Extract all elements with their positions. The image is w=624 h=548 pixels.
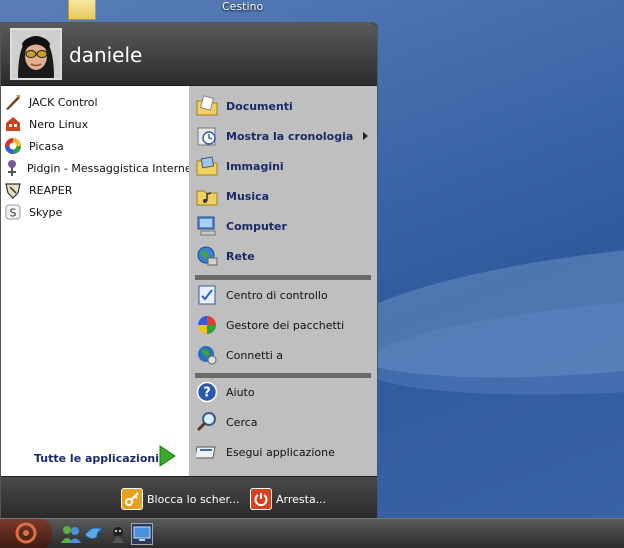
- start-menu: daniele JACK Control Nero Linux Picasa P…: [0, 22, 378, 518]
- music-folder-icon: [195, 184, 219, 208]
- recent-apps-pane: JACK Control Nero Linux Picasa Pidgin - …: [1, 86, 196, 476]
- places-item-history[interactable]: Mostra la cronologia: [195, 122, 371, 150]
- recent-app-item[interactable]: REAPER: [1, 179, 189, 201]
- nero-icon: [3, 114, 23, 134]
- control-center-icon: [195, 283, 219, 307]
- avatar[interactable]: [10, 28, 62, 80]
- skype-icon: S: [3, 202, 23, 222]
- all-applications-button[interactable]: Tutte le applicazioni: [34, 445, 176, 467]
- show-desktop-icon[interactable]: [131, 523, 153, 545]
- menu-footer: Blocca lo scher... Arresta...: [1, 477, 377, 518]
- places-pane: Documenti Mostra la cronologia Immagini …: [189, 86, 377, 476]
- pidgin-icon: [3, 158, 21, 178]
- network-icon: [195, 244, 219, 268]
- system-item-control-center[interactable]: Centro di controllo: [195, 281, 371, 309]
- help-item-run[interactable]: Esegui applicazione: [195, 438, 371, 466]
- lock-key-icon: [121, 488, 143, 510]
- places-item-pictures[interactable]: Immagini: [195, 152, 371, 180]
- recent-app-item[interactable]: S Skype: [1, 201, 189, 223]
- places-item-computer[interactable]: Computer: [195, 212, 371, 240]
- system-monitor-icon[interactable]: [107, 523, 129, 545]
- messenger-bird-icon[interactable]: [83, 523, 105, 545]
- shutdown-button[interactable]: Arresta...: [250, 487, 326, 511]
- svg-text:S: S: [10, 207, 17, 220]
- picasa-icon: [3, 136, 23, 156]
- reaper-icon: [3, 180, 23, 200]
- pictures-folder-icon: [195, 154, 219, 178]
- jack-control-icon: [3, 92, 23, 112]
- system-item-connect[interactable]: Connetti a: [195, 341, 371, 369]
- taskbar: [0, 518, 624, 548]
- computer-icon: [195, 214, 219, 238]
- desktop-folder-icon[interactable]: [68, 0, 96, 20]
- desktop-trash-label[interactable]: Cestino: [222, 0, 263, 13]
- recent-app-item[interactable]: JACK Control: [1, 91, 189, 113]
- connect-icon: [195, 343, 219, 367]
- run-application-icon: [195, 440, 219, 464]
- power-icon: [250, 488, 272, 510]
- start-logo-icon: [14, 521, 38, 548]
- help-item-help[interactable]: ? Aiuto: [195, 378, 371, 406]
- help-item-search[interactable]: Cerca: [195, 408, 371, 436]
- history-icon: [195, 124, 219, 148]
- menu-separator: [195, 275, 371, 280]
- start-menu-button[interactable]: [0, 519, 52, 548]
- places-item-network[interactable]: Rete: [195, 242, 371, 270]
- documents-folder-icon: [195, 94, 219, 118]
- recent-app-item[interactable]: Picasa: [1, 135, 189, 157]
- username: daniele: [69, 43, 143, 67]
- search-icon: [195, 410, 219, 434]
- svg-text:?: ?: [203, 386, 211, 401]
- play-arrow-icon: [158, 445, 176, 470]
- submenu-arrow-icon: [363, 132, 368, 140]
- package-manager-icon: [195, 313, 219, 337]
- help-icon: ?: [195, 380, 219, 404]
- places-item-documents[interactable]: Documenti: [195, 92, 371, 120]
- lock-screen-button[interactable]: Blocca lo scher...: [121, 487, 239, 511]
- recent-app-item[interactable]: Nero Linux: [1, 113, 189, 135]
- places-item-music[interactable]: Musica: [195, 182, 371, 210]
- users-icon[interactable]: [60, 523, 82, 545]
- menu-header: daniele: [1, 23, 377, 85]
- recent-app-item[interactable]: Pidgin - Messaggistica Internet: [1, 157, 196, 179]
- system-item-package-manager[interactable]: Gestore dei pacchetti: [195, 311, 371, 339]
